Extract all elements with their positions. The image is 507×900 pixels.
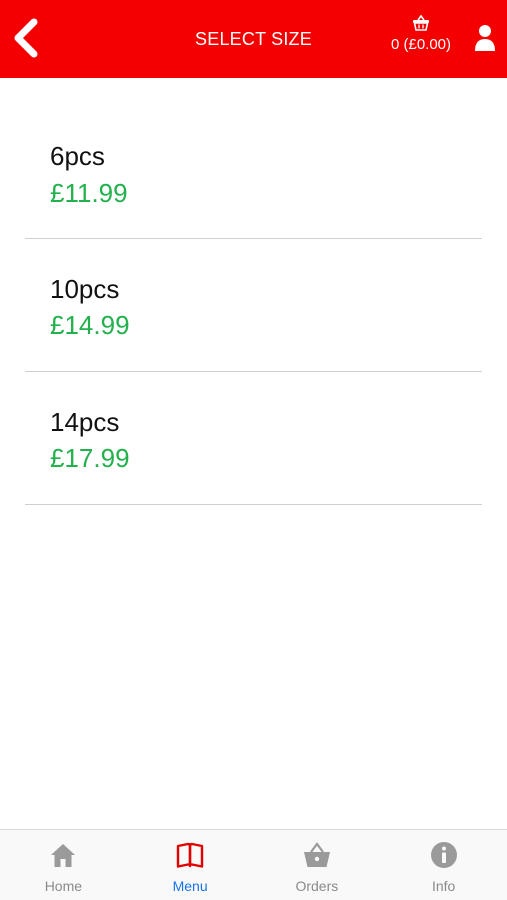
tab-menu[interactable]: Menu: [127, 830, 254, 900]
size-name: 14pcs: [50, 407, 120, 437]
home-icon: [51, 844, 76, 867]
tab-home-label: Home: [44, 878, 83, 894]
size-price: £14.99: [50, 310, 130, 340]
size-price: £17.99: [50, 443, 130, 473]
size-name: 10pcs: [50, 274, 120, 304]
basket-icon: [303, 842, 330, 867]
tab-orders-label: Orders: [295, 878, 339, 894]
tab-info-label: Info: [431, 878, 456, 894]
user-button[interactable]: [474, 24, 496, 52]
size-option-14pcs[interactable]: 14pcs £17.99: [25, 372, 482, 505]
tab-menu-label: Menu: [172, 878, 208, 894]
user-icon: [475, 25, 495, 51]
size-name: 6pcs: [50, 141, 105, 171]
cart-button[interactable]: 0 (£0.00): [386, 14, 456, 64]
info-icon: [430, 842, 457, 868]
app-header: SELECT SIZE 0 (£0.00): [0, 0, 507, 78]
size-option-10pcs[interactable]: 10pcs £14.99: [25, 239, 482, 372]
size-price: £11.99: [50, 178, 128, 208]
size-option-6pcs[interactable]: 6pcs £11.99: [25, 78, 482, 239]
size-list: 6pcs £11.99 10pcs £14.99 14pcs £17.99: [25, 78, 482, 505]
cart-summary: 0 (£0.00): [390, 36, 452, 53]
basket-icon: [413, 14, 429, 31]
bottom-tab-bar: Home Menu Orders Info: [0, 829, 507, 900]
tab-home[interactable]: Home: [0, 830, 127, 900]
tab-orders[interactable]: Orders: [254, 830, 381, 900]
book-icon: [176, 842, 204, 868]
tab-info[interactable]: Info: [380, 830, 507, 900]
